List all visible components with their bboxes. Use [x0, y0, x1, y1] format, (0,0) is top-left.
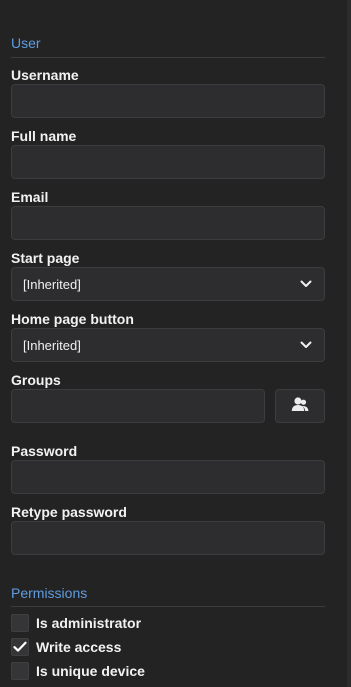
- groups-input[interactable]: [11, 389, 265, 423]
- email-label: Email: [11, 189, 49, 205]
- user-settings-panel: User Username Full name Email Start page…: [0, 0, 351, 687]
- start-page-label: Start page: [11, 250, 80, 266]
- start-page-select[interactable]: [Inherited]: [11, 267, 325, 301]
- email-input[interactable]: [11, 206, 325, 240]
- start-page-selected-value: [Inherited]: [23, 276, 81, 292]
- is-administrator-checkbox-row[interactable]: Is administrator: [11, 614, 141, 632]
- home-page-button-label: Home page button: [11, 311, 134, 327]
- user-section-title: User: [11, 35, 41, 51]
- full-name-label: Full name: [11, 128, 77, 144]
- is-unique-device-checkbox-row[interactable]: Is unique device: [11, 662, 145, 680]
- retype-password-input[interactable]: [11, 521, 325, 555]
- home-page-button-select[interactable]: [Inherited]: [11, 328, 325, 362]
- password-input[interactable]: [11, 460, 325, 494]
- permissions-section-divider: [11, 606, 325, 607]
- chevron-down-icon: [299, 277, 313, 291]
- user-section-divider: [11, 57, 325, 58]
- groups-label: Groups: [11, 372, 61, 388]
- home-page-button-selected-value: [Inherited]: [23, 337, 81, 353]
- chevron-down-icon: [299, 338, 313, 352]
- select-groups-button[interactable]: [275, 389, 325, 423]
- write-access-label: Write access: [36, 639, 122, 655]
- is-unique-device-checkbox[interactable]: [11, 662, 29, 680]
- is-administrator-label: Is administrator: [36, 615, 142, 631]
- password-label: Password: [11, 443, 78, 459]
- username-label: Username: [11, 67, 79, 83]
- retype-password-label: Retype password: [11, 504, 127, 520]
- checkmark-icon: [13, 641, 27, 652]
- is-unique-device-label: Is unique device: [36, 663, 145, 679]
- write-access-checkbox-row[interactable]: Write access: [11, 638, 121, 656]
- user-group-icon: [291, 396, 309, 417]
- full-name-input[interactable]: [11, 145, 325, 179]
- permissions-section-title: Permissions: [11, 585, 88, 601]
- username-input[interactable]: [11, 84, 325, 118]
- is-administrator-checkbox[interactable]: [11, 614, 29, 632]
- write-access-checkbox[interactable]: [11, 638, 29, 656]
